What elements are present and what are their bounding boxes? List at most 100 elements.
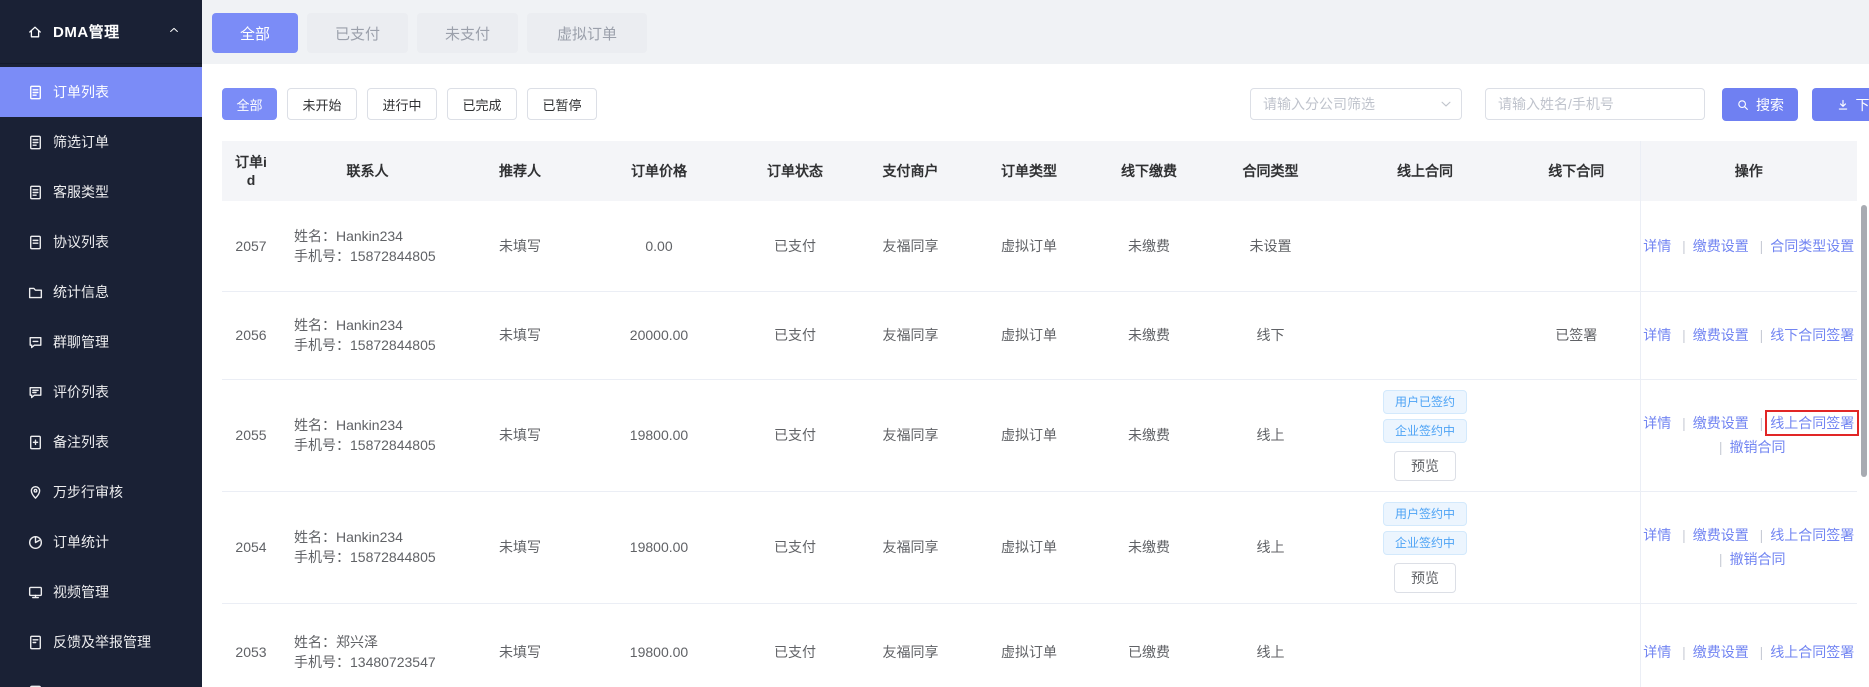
tab-虚拟订单[interactable]: 虚拟订单 [527,13,647,53]
contact-name: 姓名：Hankin234 [294,417,403,433]
action-link-线上合同签署[interactable]: 线上合同签署 [1770,527,1854,543]
contact-name: 姓名：Hankin234 [294,529,403,545]
cell-price: 19800.00 [585,491,733,604]
sidebar-group-dma[interactable]: DMA管理 [0,0,202,64]
action-link-线下合同签署[interactable]: 线下合同签署 [1770,327,1854,343]
file-lines-icon [27,234,44,251]
column-header-线下合同: 线下合同 [1513,141,1640,201]
file-text-icon [27,134,44,151]
contact-phone: 手机号：15872844805 [294,247,436,264]
cell-actions: 详情 | 缴费设置 | 线下合同签署 [1639,291,1857,380]
column-header-推荐人: 推荐人 [455,141,585,201]
cell-contact: 姓名：郑兴泽 手机号：13480723547 [280,603,455,687]
cell-offline-pay: 未缴费 [1094,291,1204,380]
filter-button-已完成[interactable]: 已完成 [447,88,517,120]
comment-icon [27,384,44,401]
cell-order-type: 虚拟订单 [964,379,1094,492]
vertical-scrollbar[interactable] [1861,205,1867,477]
cell-price: 19800.00 [585,603,733,687]
action-link-详情[interactable]: 详情 [1643,527,1671,543]
action-link-详情[interactable]: 详情 [1643,644,1671,660]
sidebar-item-label: 筛选订单 [53,134,109,150]
company-filter-input[interactable] [1250,88,1462,120]
cell-contract-type: 线下 [1204,291,1337,380]
sidebar-menu: 订单列表筛选订单客服类型 协议列表 统计信息 群聊管理 评价列表备注列表万步行审核 订单统… [0,64,202,687]
cell-online-contract [1337,603,1513,687]
sidebar-item-备注列表[interactable]: 备注列表 [0,417,202,467]
filter-button-进行中[interactable]: 进行中 [367,88,437,120]
cell-order-id: 2054 [222,491,280,604]
search-icon [1736,98,1750,112]
filter-button-未开始[interactable]: 未开始 [287,88,357,120]
tab-未支付[interactable]: 未支付 [417,13,518,53]
sidebar-item-统计信息[interactable]: 统计信息 [0,267,202,317]
file-flag-icon [27,634,44,651]
sidebar-item-label: 备注列表 [53,434,109,450]
action-link-缴费设置[interactable]: 缴费设置 [1693,327,1749,343]
cell-online-contract [1337,201,1513,292]
sidebar-item-协议列表[interactable]: 协议列表 [0,217,202,267]
cell-contact: 姓名：Hankin234 手机号：15872844805 [280,201,455,292]
sidebar-item-订单统计[interactable]: 订单统计 [0,517,202,567]
keyword-search-input[interactable] [1485,88,1705,120]
contact-phone: 手机号：13480723547 [294,653,436,670]
sidebar-item-视频管理[interactable]: 视频管理 [0,567,202,617]
sidebar-item-客服类型[interactable]: 客服类型 [0,167,202,217]
sidebar-item-partial-12[interactable] [0,667,202,687]
sidebar-item-万步行审核[interactable]: 万步行审核 [0,467,202,517]
action-link-缴费设置[interactable]: 缴费设置 [1693,238,1749,254]
status-badge: 用户签约中 [1382,501,1467,526]
action-link-撤销合同[interactable]: 撤销合同 [1730,551,1786,567]
cell-offline-contract [1513,603,1640,687]
cell-offline-pay: 未缴费 [1094,491,1204,604]
cell-contact: 姓名：Hankin234 手机号：15872844805 [280,291,455,380]
cell-order-type: 虚拟订单 [964,603,1094,687]
sidebar-item-筛选订单[interactable]: 筛选订单 [0,117,202,167]
tab-已支付[interactable]: 已支付 [307,13,408,53]
filter-button-全部[interactable]: 全部 [222,88,277,120]
company-filter-select[interactable] [1250,88,1462,120]
sidebar-item-反馈及举报管理[interactable]: 反馈及举报管理 [0,617,202,667]
action-link-撤销合同[interactable]: 撤销合同 [1730,439,1786,455]
tab-全部[interactable]: 全部 [212,13,298,53]
cell-merchant: 友福同享 [857,603,964,687]
contact-phone: 手机号：15872844805 [294,549,436,565]
filter-button-已暂停[interactable]: 已暂停 [527,88,597,120]
action-link-线上合同签署[interactable]: 线上合同签署 [1770,644,1854,660]
payment-status-tabs: 全部 已支付 未支付 虚拟订单 [202,0,1869,64]
file-text-icon [27,684,44,687]
action-link-合同类型设置[interactable]: 合同类型设置 [1770,238,1854,254]
location-pin-icon [27,484,44,501]
cell-referrer: 未填写 [455,291,585,380]
sidebar-item-群聊管理[interactable]: 群聊管理 [0,317,202,367]
search-button[interactable]: 搜索 [1722,88,1798,121]
table-header-row: 订单id 联系人 推荐人 订单价格 订单状态 支付商户 订单类型 线下缴费 合同类型 线上合同 线下… [222,141,1857,201]
action-link-缴费设置[interactable]: 缴费设置 [1693,644,1749,660]
sidebar-item-订单列表[interactable]: 订单列表 [0,67,202,117]
action-link-详情[interactable]: 详情 [1643,238,1671,254]
pie-chart-icon [27,534,44,551]
cell-order-id: 2055 [222,379,280,492]
cell-actions: 详情 | 缴费设置 | 合同类型设置 [1639,201,1857,292]
cell-merchant: 友福同享 [857,379,964,492]
action-separator: | [1682,327,1686,343]
action-separator: | [1759,643,1764,660]
cell-price: 20000.00 [585,291,733,380]
contact-name: 姓名：Hankin234 [294,227,403,244]
download-button[interactable]: 下载 [1812,88,1869,121]
sidebar-group-title: DMA管理 [53,24,120,41]
action-separator: | [1682,643,1686,660]
column-header-订单id: 订单id [222,141,280,201]
preview-button[interactable]: 预览 [1394,562,1456,593]
preview-button[interactable]: 预览 [1394,450,1456,481]
action-link-详情[interactable]: 详情 [1643,415,1671,431]
cell-contract-type: 未设置 [1204,201,1337,292]
action-link-缴费设置[interactable]: 缴费设置 [1693,415,1749,431]
sidebar-item-评价列表[interactable]: 评价列表 [0,367,202,417]
file-text-icon [27,184,44,201]
action-link-缴费设置[interactable]: 缴费设置 [1693,527,1749,543]
orders-table: 订单id 联系人 推荐人 订单价格 订单状态 支付商户 订单类型 线下缴费 合同类型 线上合同 线下… [222,141,1860,687]
chat-icon [27,334,44,351]
action-link-线上合同签署-highlighted[interactable]: 线上合同签署 [1765,410,1860,436]
action-link-详情[interactable]: 详情 [1643,327,1671,343]
